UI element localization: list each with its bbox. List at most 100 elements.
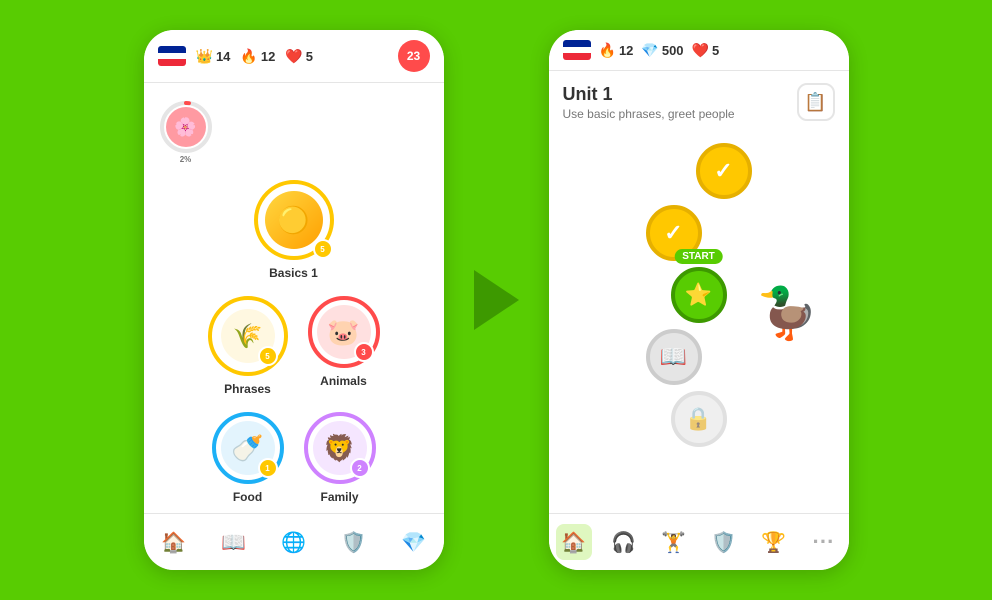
crown-icon: 👑: [196, 48, 213, 65]
animals-label: Animals: [320, 374, 367, 388]
nav-home[interactable]: 🏠: [156, 524, 192, 560]
notification-area[interactable]: 23: [398, 40, 430, 72]
gem-nav-icon: 💎: [401, 530, 426, 555]
basics1-label: Basics 1: [269, 266, 318, 280]
lesson-path: ✓ ✓ START ⭐ 🦆 📖: [549, 133, 849, 513]
crown-stat: 👑 14: [196, 48, 231, 65]
food-label: Food: [233, 490, 262, 504]
basics1-lesson[interactable]: 🟡 5 Basics 1: [254, 180, 334, 280]
crown-value: 14: [216, 49, 230, 64]
right-nav-more[interactable]: ···: [806, 524, 842, 560]
book-nav-icon: 📖: [221, 530, 246, 555]
heart-stat: ❤️ 5: [285, 48, 313, 65]
right-heart-stat: ❤️ 5: [692, 42, 720, 59]
right-shield-icon: 🛡️: [711, 530, 736, 555]
phrases-badge: 5: [258, 346, 278, 366]
basics1-ring: 🟡 5: [254, 180, 334, 260]
path-row-1: ✓: [549, 143, 849, 199]
family-ring: 🦁 2: [304, 412, 376, 484]
right-nav-headphones[interactable]: 🎧: [606, 524, 642, 560]
phrases-badge-num: 5: [265, 352, 269, 361]
flag-icon: [158, 46, 186, 66]
nav-book[interactable]: 📖: [216, 524, 252, 560]
right-gem-value: 500: [662, 43, 684, 58]
path-node-locked: 🔒: [671, 391, 727, 447]
heart-icon: ❤️: [285, 48, 302, 65]
path-node-4[interactable]: 📖: [646, 329, 702, 385]
profile-container[interactable]: 🌸 2%: [158, 99, 214, 160]
node-gray-lock: 🔒: [671, 391, 727, 447]
fire-value: 12: [261, 49, 275, 64]
path-row-4: 📖: [549, 329, 849, 385]
right-dumbbell-icon: 🏋️: [661, 530, 686, 555]
right-top-bar: 🔥 12 💎 500 ❤️ 5: [549, 30, 849, 71]
notification-badge[interactable]: 23: [398, 40, 430, 72]
right-nav-shield[interactable]: 🛡️: [706, 524, 742, 560]
food-circle: 🍼 1: [221, 421, 275, 475]
unit-text: Unit 1 Use basic phrases, greet people: [563, 84, 735, 121]
path-row-5: 🔒: [549, 391, 849, 447]
notes-button[interactable]: 📋: [797, 83, 835, 121]
arrow-container: [474, 270, 519, 330]
family-badge: 2: [350, 458, 370, 478]
basics1-badge: 5: [313, 239, 333, 259]
right-nav-home[interactable]: 🏠: [556, 524, 592, 560]
shield-nav-icon: 🛡️: [341, 530, 366, 555]
right-bottom-nav: 🏠 🎧 🏋️ 🛡️ 🏆 ···: [549, 513, 849, 570]
phrases-lesson[interactable]: 🌾 5 Phrases: [208, 296, 288, 396]
left-top-bar: 👑 14 🔥 12 ❤️ 5 23: [144, 30, 444, 83]
phrases-animals-row: 🌾 5 Phrases 🐷: [208, 296, 380, 396]
left-phone: 👑 14 🔥 12 ❤️ 5 23: [144, 30, 444, 570]
right-fire-stat: 🔥 12: [599, 42, 634, 59]
animals-ring: 🐷 3: [308, 296, 380, 368]
right-heart-value: 5: [712, 43, 719, 58]
family-lesson[interactable]: 🦁 2 Family: [304, 412, 376, 504]
left-phone-content: 🌸 2% 🟡 5 Basics 1: [144, 83, 444, 513]
right-heart-icon: ❤️: [692, 42, 709, 59]
phrases-label: Phrases: [224, 382, 271, 396]
right-flag-icon: [563, 40, 591, 60]
animals-badge-num: 3: [361, 348, 365, 357]
family-badge-num: 2: [357, 464, 361, 473]
profile-row: 🌸 2%: [144, 93, 444, 170]
app-container: 👑 14 🔥 12 ❤️ 5 23: [0, 0, 992, 600]
right-fire-icon: 🔥: [599, 42, 616, 59]
basics1-badge-num: 5: [320, 245, 324, 254]
right-nav-dumbbell[interactable]: 🏋️: [656, 524, 692, 560]
path-node-1[interactable]: ✓: [696, 143, 752, 199]
nav-shield[interactable]: 🛡️: [336, 524, 372, 560]
fire-stat: 🔥 12: [240, 48, 275, 65]
food-lesson[interactable]: 🍼 1 Food: [212, 412, 284, 504]
animals-circle: 🐷 3: [317, 305, 371, 359]
heart-value: 5: [306, 49, 313, 64]
phrases-ring: 🌾 5: [208, 296, 288, 376]
unit-description: Use basic phrases, greet people: [563, 107, 735, 121]
right-gem-stat: 💎 500: [641, 42, 683, 59]
start-label: START: [674, 249, 723, 264]
left-bottom-nav: 🏠 📖 🌐 🛡️ 💎: [144, 513, 444, 570]
node-gold-1: ✓: [696, 143, 752, 199]
right-trophy-icon: 🏆: [761, 530, 786, 555]
unit-header: Unit 1 Use basic phrases, greet people 📋: [549, 71, 849, 133]
avatar: 🌸: [166, 107, 206, 147]
path-node-start[interactable]: START ⭐: [671, 267, 727, 323]
right-home-icon: 🏠: [561, 530, 586, 555]
right-phone: 🔥 12 💎 500 ❤️ 5 Unit 1 Use basic phrases…: [549, 30, 849, 570]
arrow-right-icon: [474, 270, 519, 330]
unit-header-row: Unit 1 Use basic phrases, greet people 📋: [563, 83, 835, 121]
family-label: Family: [320, 490, 358, 504]
nav-globe[interactable]: 🌐: [276, 524, 312, 560]
right-nav-trophy[interactable]: 🏆: [756, 524, 792, 560]
unit-title: Unit 1: [563, 84, 735, 105]
path-row-3: START ⭐ 🦆: [549, 267, 849, 323]
notes-icon: 📋: [804, 92, 826, 113]
nav-gem[interactable]: 💎: [396, 524, 432, 560]
right-more-icon: ···: [813, 529, 835, 555]
food-badge: 1: [258, 458, 278, 478]
animals-lesson[interactable]: 🐷 3 Animals: [308, 296, 380, 396]
node-gray-book: 📖: [646, 329, 702, 385]
progress-label: 2%: [180, 155, 192, 164]
basics-section: 🟡 5 Basics 1 🌾: [144, 170, 444, 513]
family-circle: 🦁 2: [313, 421, 367, 475]
phrases-circle: 🌾 5: [221, 309, 275, 363]
